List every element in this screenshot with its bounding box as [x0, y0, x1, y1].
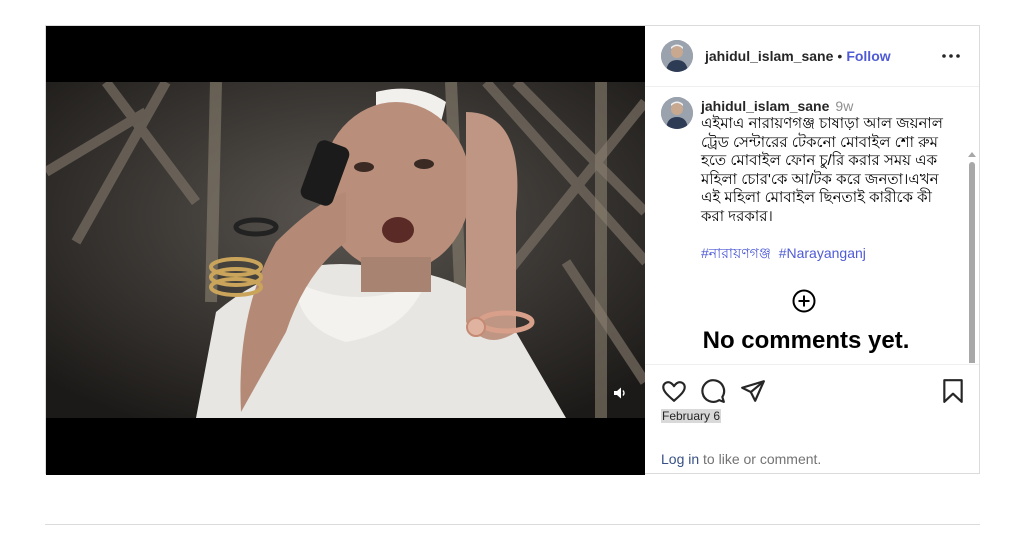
avatar[interactable]	[661, 40, 693, 72]
post-container: jahidul_islam_sane • Follow jahidul_isla…	[45, 25, 980, 475]
share-icon[interactable]	[740, 378, 766, 404]
action-bar: February 6 Log in to like or comment.	[645, 364, 979, 475]
hashtags: #নারায়ণগঞ্জ #Narayanganj	[701, 244, 951, 262]
caption: jahidul_islam_sane 9w এইমাএ নারায়ণগঞ্জ চ…	[661, 97, 951, 262]
video-player[interactable]	[46, 26, 645, 475]
comments-section[interactable]: jahidul_islam_sane 9w এইমাএ নারায়ণগঞ্জ চ…	[645, 87, 979, 363]
heart-icon[interactable]	[661, 378, 687, 404]
login-link[interactable]: Log in	[661, 451, 699, 467]
divider	[45, 524, 980, 525]
post-date[interactable]: February 6	[661, 409, 722, 423]
login-prompt-text: to like or comment.	[699, 451, 822, 467]
header-username[interactable]: jahidul_islam_sane	[705, 48, 833, 64]
follow-button[interactable]: Follow	[846, 48, 890, 64]
login-prompt: Log in to like or comment.	[661, 451, 821, 467]
video-frame[interactable]	[46, 82, 645, 418]
plus-circle-icon[interactable]	[792, 289, 816, 313]
caption-time[interactable]: 9w	[835, 98, 853, 114]
post-header: jahidul_islam_sane • Follow	[645, 26, 979, 87]
more-options-icon[interactable]	[941, 46, 961, 66]
no-comments-text: No comments yet.	[702, 327, 910, 354]
comments-scrollbar[interactable]	[967, 150, 977, 363]
caption-username[interactable]: jahidul_islam_sane	[701, 98, 829, 114]
scroll-up-arrow-icon[interactable]	[968, 152, 976, 157]
hashtag-link[interactable]: #নারায়ণগঞ্জ	[701, 245, 771, 261]
scrollbar-thumb[interactable]	[969, 162, 975, 363]
post-sidebar: jahidul_islam_sane • Follow jahidul_isla…	[645, 26, 979, 473]
speaker-icon[interactable]	[609, 382, 631, 404]
separator-dot: •	[837, 48, 843, 64]
comment-icon[interactable]	[700, 378, 726, 404]
bookmark-icon[interactable]	[940, 378, 966, 404]
video-still	[46, 82, 645, 418]
caption-body: jahidul_islam_sane 9w এইমাএ নারায়ণগঞ্জ চ…	[701, 97, 951, 262]
caption-text: এইমাএ নারায়ণগঞ্জ চাষাড়া আল জয়নাল ট্রে…	[701, 115, 948, 225]
hashtag-link[interactable]: #Narayanganj	[779, 245, 866, 261]
avatar[interactable]	[661, 97, 693, 129]
